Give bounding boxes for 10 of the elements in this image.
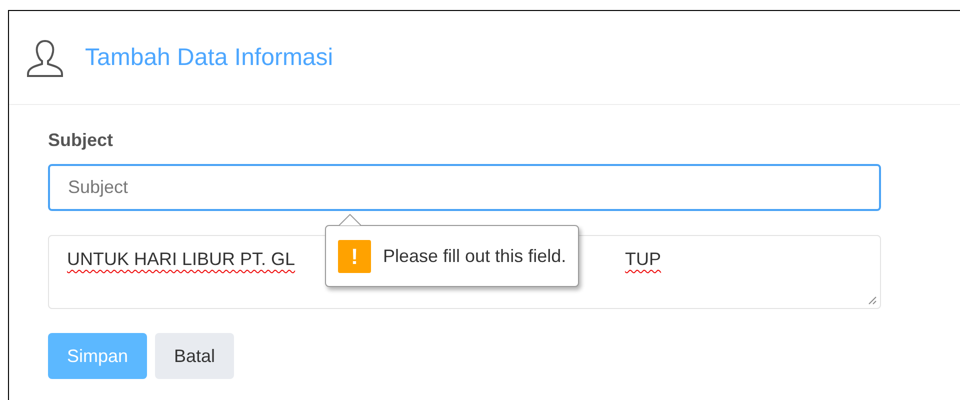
warning-icon: ! (338, 240, 371, 272)
subject-input[interactable]: Subject (48, 164, 881, 211)
tooltip-message: Please fill out this field. (383, 244, 566, 268)
panel-title: Tambah Data Informasi (85, 42, 334, 72)
subject-label: Subject (48, 129, 114, 152)
message-text: TUP (625, 248, 662, 271)
cancel-button[interactable]: Batal (155, 333, 234, 379)
resize-handle-icon[interactable] (867, 295, 877, 305)
message-text: UNTUK HARI LIBUR PT. GL (67, 248, 296, 271)
user-icon (25, 38, 65, 78)
